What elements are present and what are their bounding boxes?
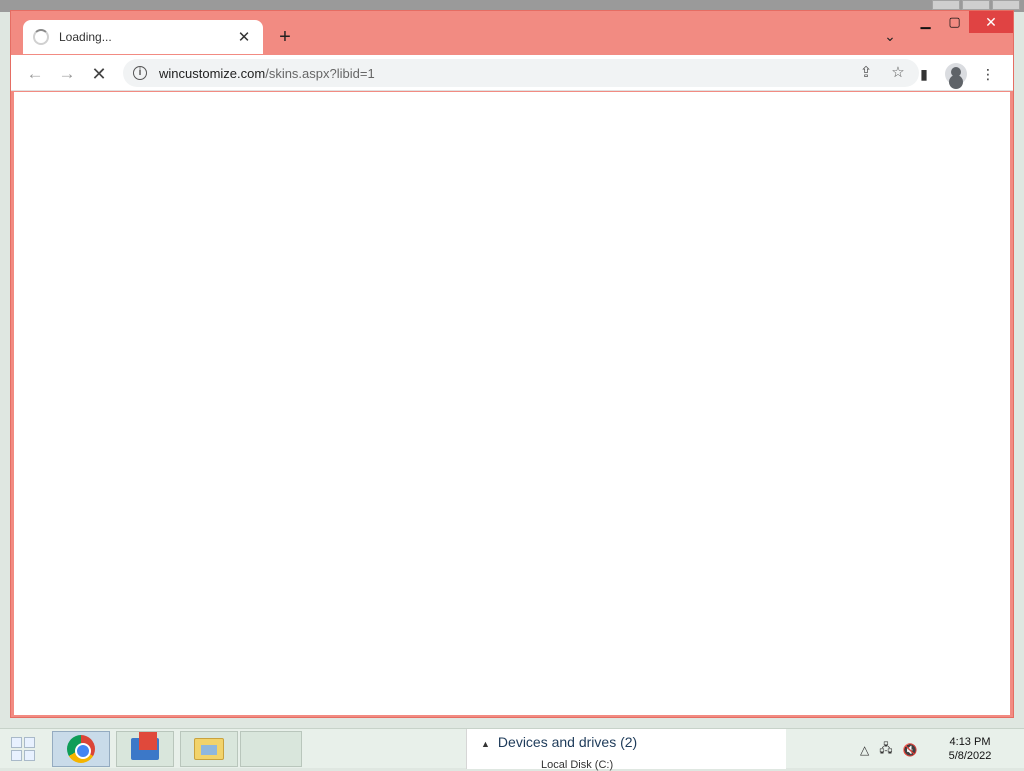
bg-minimize-button[interactable] <box>932 0 960 10</box>
address-bar[interactable]: i wincustomize.com/skins.aspx?libid=1 ⇪ … <box>123 59 919 87</box>
forward-button[interactable]: → <box>55 62 79 86</box>
taskbar: ▲ Devices and drives (2) Local Disk (C:) … <box>0 728 1024 771</box>
stop-loading-button[interactable]: ✕ <box>87 62 111 86</box>
tab-search-button[interactable]: ⌄ <box>879 25 901 47</box>
close-button[interactable]: ✕ <box>969 11 1013 33</box>
chrome-icon <box>67 735 95 763</box>
clock-date: 5/8/2022 <box>948 750 992 762</box>
window-controls: ▁ ▢ ✕ <box>911 11 1013 33</box>
taskbar-chrome-button[interactable] <box>52 731 110 767</box>
bookmark-star-icon[interactable]: ☆ <box>889 63 907 83</box>
system-clock[interactable]: 4:13 PM 5/8/2022 <box>940 735 1000 763</box>
tab-strip: Loading... ✕ + ⌄ ▁ ▢ ✕ <box>11 11 1013 55</box>
browser-toolbar: ← → ✕ i wincustomize.com/skins.aspx?libi… <box>11 55 1013 91</box>
system-tray: △ 🖧 🔇 <box>860 739 918 760</box>
background-window-controls <box>932 0 1020 10</box>
devices-and-drives-panel: ▲ Devices and drives (2) Local Disk (C:) <box>466 729 786 771</box>
bg-maximize-button[interactable] <box>962 0 990 10</box>
url-path: /skins.aspx?libid=1 <box>265 65 375 81</box>
chrome-window: Loading... ✕ + ⌄ ▁ ▢ ✕ ← → ✕ i wincustom… <box>10 10 1014 718</box>
active-tab[interactable]: Loading... ✕ <box>23 20 263 54</box>
maximize-button[interactable]: ▢ <box>940 11 969 33</box>
tab-close-icon[interactable]: ✕ <box>235 28 253 46</box>
clock-time: 4:13 PM <box>949 736 991 748</box>
taskbar-empty-slot[interactable] <box>240 731 302 767</box>
new-tab-button[interactable]: + <box>273 25 297 49</box>
taskbar-app-button[interactable] <box>116 731 174 767</box>
file-explorer-icon <box>194 738 224 760</box>
windows-logo-icon <box>11 737 22 748</box>
collapse-triangle-icon: ▲ <box>481 739 490 749</box>
devices-and-drives-header[interactable]: ▲ Devices and drives (2) <box>481 734 637 750</box>
taskbar-explorer-button[interactable] <box>180 731 238 767</box>
volume-muted-icon[interactable]: 🔇 <box>903 743 918 757</box>
devices-title: Devices and drives (2) <box>497 734 638 750</box>
stardock-app-icon <box>131 732 159 760</box>
loading-spinner-icon <box>33 29 49 45</box>
back-button[interactable]: ← <box>23 62 47 86</box>
tab-title: Loading... <box>59 30 112 44</box>
url-text[interactable]: wincustomize.com/skins.aspx?libid=1 <box>159 66 375 81</box>
show-hidden-icons-icon[interactable]: △ <box>860 743 869 757</box>
url-domain: wincustomize.com <box>159 65 266 81</box>
network-icon[interactable]: 🖧 <box>879 739 892 760</box>
page-content[interactable] <box>14 92 1010 715</box>
share-icon[interactable]: ⇪ <box>857 63 875 83</box>
bg-close-button[interactable] <box>992 0 1020 10</box>
avatar <box>945 63 967 85</box>
side-panel-button[interactable]: ▮ <box>913 63 935 85</box>
omnibox-actions: ⇪ ☆ <box>857 63 907 83</box>
site-info-icon[interactable]: i <box>133 66 147 80</box>
profile-button[interactable] <box>945 63 967 85</box>
start-button[interactable] <box>0 731 46 767</box>
local-disk-label[interactable]: Local Disk (C:) <box>541 759 613 771</box>
menu-button[interactable]: ⋮ <box>977 63 999 85</box>
minimize-button[interactable]: ▁ <box>911 11 940 33</box>
